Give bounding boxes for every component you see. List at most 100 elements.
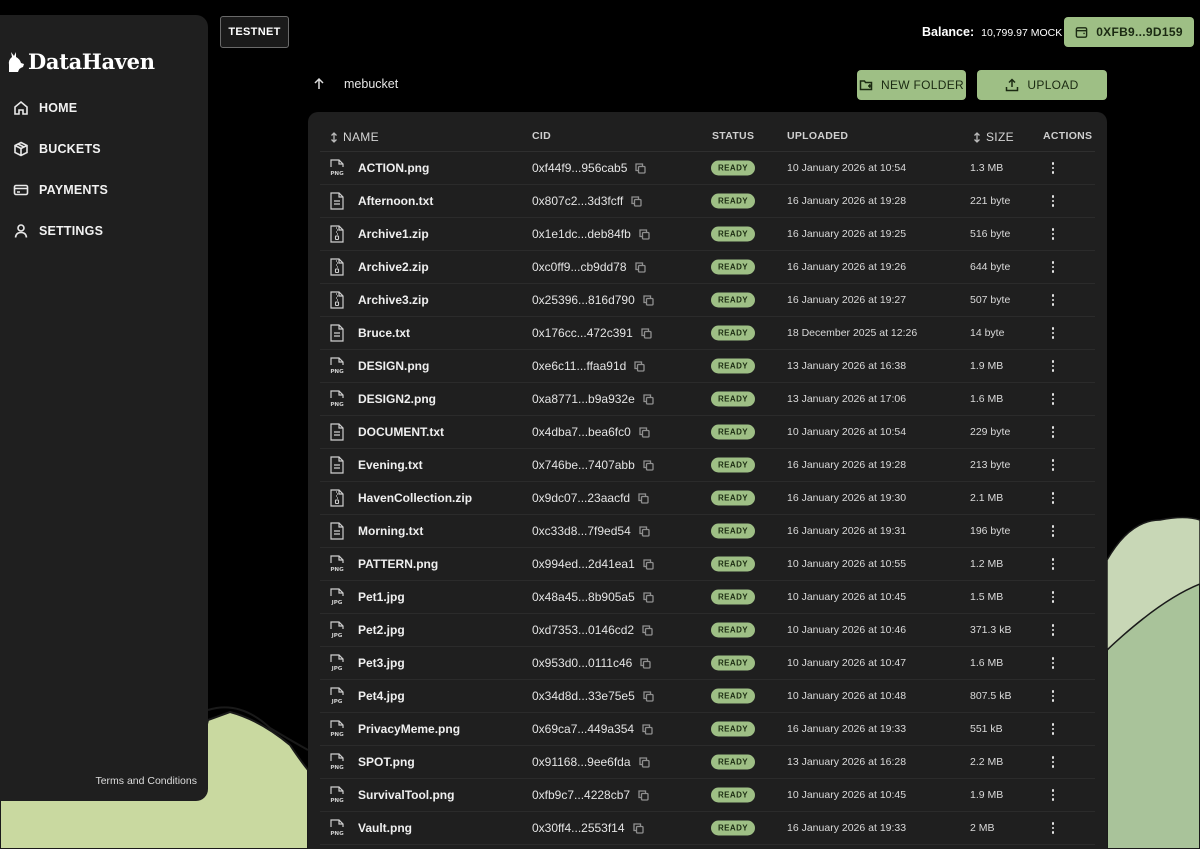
breadcrumb-bucket[interactable]: mebucket [344,77,398,91]
row-actions-button[interactable] [1047,787,1059,803]
row-actions-button[interactable] [1047,259,1059,275]
copy-icon[interactable] [635,162,647,174]
file-name[interactable]: Pet3.jpg [358,656,405,670]
file-name[interactable]: Bruce.txt [358,326,410,340]
new-folder-button[interactable]: NEW FOLDER [857,70,966,100]
row-actions-button[interactable] [1047,490,1059,506]
file-name[interactable]: ACTION.png [358,161,429,175]
file-name[interactable]: SPOT.png [358,755,415,769]
copy-icon[interactable] [643,558,654,570]
table-row[interactable]: PNG DESIGN2.png 0xa8771...b9a932e READY … [320,383,1095,416]
table-row[interactable]: Morning.txt 0xc33d8...7f9ed54 READY 16 J… [320,515,1095,548]
file-name[interactable]: Vault.png [358,821,412,835]
copy-icon[interactable] [643,591,654,603]
row-actions-button[interactable] [1047,820,1059,836]
row-actions-button[interactable] [1047,754,1059,770]
row-actions-button[interactable] [1047,721,1059,737]
copy-icon[interactable] [638,492,649,504]
row-actions-button[interactable] [1047,292,1059,308]
copy-icon[interactable] [643,690,654,702]
column-name-header[interactable]: NAME [330,130,379,144]
network-badge[interactable]: TESTNET [220,16,289,48]
sidebar-item-label: PAYMENTS [39,182,108,197]
table-row[interactable]: PNG PATTERN.png 0x994ed...2d41ea1 READY … [320,548,1095,581]
file-name[interactable]: Pet4.jpg [358,689,405,703]
copy-icon[interactable] [642,624,653,636]
upload-button[interactable]: UPLOAD [977,70,1107,100]
sidebar-item-settings[interactable]: SETTINGS [0,210,208,251]
column-size-header[interactable]: SIZE [973,130,1014,144]
table-row[interactable]: Archive2.zip 0xc0ff9...cb9dd78 READY 16 … [320,251,1095,284]
table-row[interactable]: Archive3.zip 0x25396...816d790 READY 16 … [320,284,1095,317]
table-row[interactable]: PNG Vault.png 0x30ff4...2553f14 READY 16… [320,812,1095,845]
terms-link[interactable]: Terms and Conditions [95,775,197,787]
row-actions-button[interactable] [1047,523,1059,539]
row-actions-button[interactable] [1047,391,1059,407]
copy-icon[interactable] [638,789,649,801]
row-actions-button[interactable] [1047,589,1059,605]
row-actions-button[interactable] [1047,622,1059,638]
table-row[interactable]: DOCUMENT.txt 0x4dba7...bea6fc0 READY 10 … [320,416,1095,449]
copy-icon[interactable] [634,360,645,372]
copy-icon[interactable] [640,657,651,669]
row-actions-button[interactable] [1047,226,1059,242]
row-actions-button[interactable] [1047,655,1059,671]
copy-icon[interactable] [642,723,653,735]
table-row[interactable]: JPG Pet2.jpg 0xd7353...0146cd2 READY 10 … [320,614,1095,647]
table-row[interactable]: Afternoon.txt 0x807c2...3d3fcff READY 16… [320,185,1095,218]
copy-icon[interactable] [639,525,650,537]
file-name[interactable]: Morning.txt [358,524,423,538]
file-name[interactable]: PATTERN.png [358,557,438,571]
copy-icon[interactable] [639,426,650,438]
table-row[interactable]: JPG Pet1.jpg 0x48a45...8b905a5 READY 10 … [320,581,1095,614]
navigate-up-button[interactable] [312,77,326,91]
copy-icon[interactable] [632,822,644,834]
copy-icon[interactable] [631,195,642,207]
row-actions-button[interactable] [1047,193,1059,209]
table-row[interactable]: Bruce.txt 0x176cc...472c391 READY 18 Dec… [320,317,1095,350]
copy-icon[interactable] [638,756,650,768]
brand-logo[interactable]: DataHaven [6,49,155,74]
row-actions-button[interactable] [1047,556,1059,572]
file-name[interactable]: Archive2.zip [358,260,429,274]
row-actions-button[interactable] [1047,325,1059,341]
sidebar-item-home[interactable]: HOME [0,87,208,128]
file-name[interactable]: Archive1.zip [358,227,429,241]
copy-icon[interactable] [641,327,652,339]
table-row[interactable]: PNG ACTION.png 0xf44f9...956cab5 READY 1… [320,152,1095,185]
table-row[interactable]: JPG Pet3.jpg 0x953d0...0111c46 READY 10 … [320,647,1095,680]
sidebar-item-buckets[interactable]: BUCKETS [0,128,208,169]
sidebar-item-payments[interactable]: PAYMENTS [0,169,208,210]
file-name[interactable]: DESIGN2.png [358,392,436,406]
copy-icon[interactable] [634,261,646,273]
file-name[interactable]: Evening.txt [358,458,423,472]
copy-icon[interactable] [643,393,654,405]
file-name[interactable]: DESIGN.png [358,359,429,373]
table-row[interactable]: PNG DESIGN.png 0xe6c11...ffaa91d READY 1… [320,350,1095,383]
file-name[interactable]: PrivacyMeme.png [358,722,460,736]
row-actions-button[interactable] [1047,160,1059,176]
wallet-button[interactable]: 0XFB9...9D159 [1064,17,1194,47]
table-row[interactable]: Archive1.zip 0x1e1dc...deb84fb READY 16 … [320,218,1095,251]
file-name[interactable]: Archive3.zip [358,293,429,307]
file-uploaded: 16 January 2026 at 19:27 [787,294,907,306]
file-name[interactable]: Afternoon.txt [358,194,433,208]
table-row[interactable]: Evening.txt 0x746be...7407abb READY 16 J… [320,449,1095,482]
file-name[interactable]: SurvivalTool.png [358,788,454,802]
table-row[interactable]: HavenCollection.zip 0x9dc07...23aacfd RE… [320,482,1095,515]
table-row[interactable]: JPG Pet4.jpg 0x34d8d...33e75e5 READY 10 … [320,680,1095,713]
row-actions-button[interactable] [1047,457,1059,473]
row-actions-button[interactable] [1047,424,1059,440]
table-row[interactable]: PNG SPOT.png 0x91168...9ee6fda READY 13 … [320,746,1095,779]
copy-icon[interactable] [643,294,654,306]
copy-icon[interactable] [639,228,650,240]
copy-icon[interactable] [643,459,654,471]
table-row[interactable]: PNG PrivacyMeme.png 0x69ca7...449a354 RE… [320,713,1095,746]
file-name[interactable]: Pet2.jpg [358,623,405,637]
row-actions-button[interactable] [1047,358,1059,374]
file-name[interactable]: Pet1.jpg [358,590,405,604]
file-name[interactable]: DOCUMENT.txt [358,425,444,439]
row-actions-button[interactable] [1047,688,1059,704]
table-row[interactable]: PNG SurvivalTool.png 0xfb9c7...4228cb7 R… [320,779,1095,812]
file-name[interactable]: HavenCollection.zip [358,491,472,505]
